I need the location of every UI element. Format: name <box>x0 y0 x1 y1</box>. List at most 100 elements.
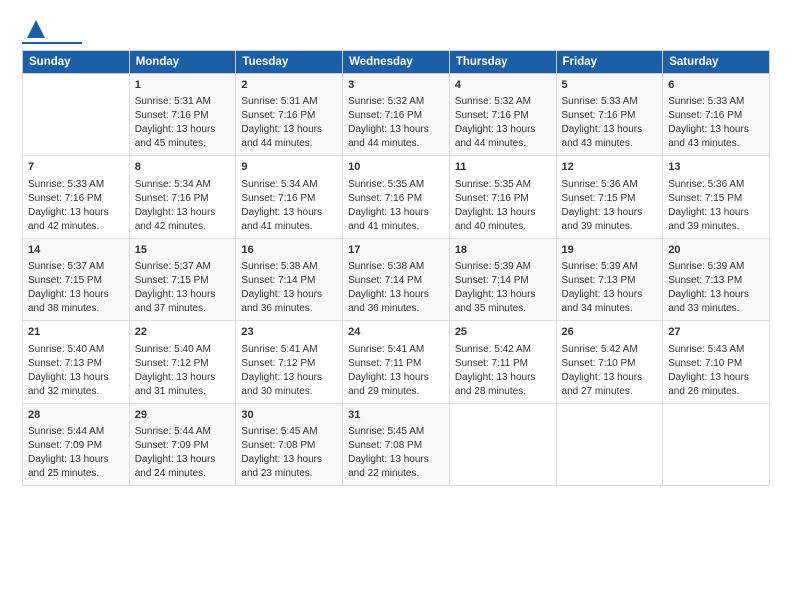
cell-text: and 37 minutes. <box>135 302 231 316</box>
cell-text: Daylight: 13 hours <box>135 453 231 467</box>
day-header-wednesday: Wednesday <box>343 51 450 74</box>
cell-text: Daylight: 13 hours <box>241 288 337 302</box>
calendar-cell: 14Sunrise: 5:37 AMSunset: 7:15 PMDayligh… <box>23 238 130 320</box>
cell-text: Daylight: 13 hours <box>241 206 337 220</box>
header-row: SundayMondayTuesdayWednesdayThursdayFrid… <box>23 51 770 74</box>
calendar-cell: 7Sunrise: 5:33 AMSunset: 7:16 PMDaylight… <box>23 156 130 238</box>
day-number: 2 <box>241 78 337 93</box>
calendar-table: SundayMondayTuesdayWednesdayThursdayFrid… <box>22 50 770 486</box>
cell-text: Sunrise: 5:39 AM <box>455 260 551 274</box>
cell-text: Sunrise: 5:44 AM <box>28 425 124 439</box>
header <box>22 18 770 44</box>
cell-text: Sunset: 7:10 PM <box>562 357 658 371</box>
day-number: 27 <box>668 325 764 340</box>
cell-text: Daylight: 13 hours <box>28 371 124 385</box>
day-number: 15 <box>135 243 231 258</box>
cell-text: Sunrise: 5:39 AM <box>668 260 764 274</box>
day-number: 16 <box>241 243 337 258</box>
cell-text: Sunrise: 5:38 AM <box>348 260 444 274</box>
cell-text: Daylight: 13 hours <box>455 288 551 302</box>
logo-icon <box>25 18 47 40</box>
cell-text: and 41 minutes. <box>241 220 337 234</box>
cell-text: Sunset: 7:12 PM <box>241 357 337 371</box>
cell-text: Sunrise: 5:36 AM <box>562 178 658 192</box>
cell-text: Sunset: 7:16 PM <box>135 192 231 206</box>
cell-text: Sunset: 7:12 PM <box>135 357 231 371</box>
cell-text: Sunrise: 5:33 AM <box>562 95 658 109</box>
cell-text: and 33 minutes. <box>668 302 764 316</box>
calendar-cell: 23Sunrise: 5:41 AMSunset: 7:12 PMDayligh… <box>236 321 343 403</box>
cell-text: Daylight: 13 hours <box>348 288 444 302</box>
cell-text: Daylight: 13 hours <box>562 206 658 220</box>
calendar-cell: 3Sunrise: 5:32 AMSunset: 7:16 PMDaylight… <box>343 74 450 156</box>
cell-text: Daylight: 13 hours <box>135 206 231 220</box>
day-number: 24 <box>348 325 444 340</box>
cell-text: Sunset: 7:16 PM <box>348 109 444 123</box>
cell-text: and 39 minutes. <box>562 220 658 234</box>
day-number: 30 <box>241 408 337 423</box>
cell-text: Daylight: 13 hours <box>348 371 444 385</box>
calendar-cell: 9Sunrise: 5:34 AMSunset: 7:16 PMDaylight… <box>236 156 343 238</box>
cell-text: and 36 minutes. <box>348 302 444 316</box>
day-number: 4 <box>455 78 551 93</box>
week-row-2: 7Sunrise: 5:33 AMSunset: 7:16 PMDaylight… <box>23 156 770 238</box>
day-number: 3 <box>348 78 444 93</box>
day-number: 7 <box>28 160 124 175</box>
cell-text: Daylight: 13 hours <box>668 371 764 385</box>
day-number: 31 <box>348 408 444 423</box>
day-number: 1 <box>135 78 231 93</box>
calendar-cell: 11Sunrise: 5:35 AMSunset: 7:16 PMDayligh… <box>449 156 556 238</box>
cell-text: Sunrise: 5:40 AM <box>28 343 124 357</box>
cell-text: Daylight: 13 hours <box>562 288 658 302</box>
cell-text: Sunrise: 5:45 AM <box>241 425 337 439</box>
cell-text: and 24 minutes. <box>135 467 231 481</box>
cell-text: Sunset: 7:13 PM <box>562 274 658 288</box>
cell-text: Sunset: 7:11 PM <box>348 357 444 371</box>
cell-text: and 32 minutes. <box>28 385 124 399</box>
cell-text: and 27 minutes. <box>562 385 658 399</box>
cell-text: and 30 minutes. <box>241 385 337 399</box>
day-header-friday: Friday <box>556 51 663 74</box>
cell-text: Sunset: 7:08 PM <box>348 439 444 453</box>
cell-text: Sunset: 7:15 PM <box>135 274 231 288</box>
week-row-5: 28Sunrise: 5:44 AMSunset: 7:09 PMDayligh… <box>23 403 770 485</box>
cell-text: Sunset: 7:09 PM <box>28 439 124 453</box>
week-row-4: 21Sunrise: 5:40 AMSunset: 7:13 PMDayligh… <box>23 321 770 403</box>
cell-text: Sunset: 7:16 PM <box>241 109 337 123</box>
cell-text: Sunrise: 5:33 AM <box>668 95 764 109</box>
cell-text: Daylight: 13 hours <box>455 371 551 385</box>
cell-text: Sunrise: 5:35 AM <box>455 178 551 192</box>
cell-text: Sunset: 7:08 PM <box>241 439 337 453</box>
calendar-cell: 22Sunrise: 5:40 AMSunset: 7:12 PMDayligh… <box>129 321 236 403</box>
day-number: 23 <box>241 325 337 340</box>
cell-text: Sunrise: 5:34 AM <box>135 178 231 192</box>
logo <box>22 18 82 44</box>
cell-text: Sunset: 7:14 PM <box>241 274 337 288</box>
cell-text: and 42 minutes. <box>28 220 124 234</box>
cell-text: and 26 minutes. <box>668 385 764 399</box>
calendar-cell <box>663 403 770 485</box>
cell-text: Sunrise: 5:32 AM <box>455 95 551 109</box>
day-number: 11 <box>455 160 551 175</box>
day-number: 8 <box>135 160 231 175</box>
calendar-cell: 24Sunrise: 5:41 AMSunset: 7:11 PMDayligh… <box>343 321 450 403</box>
day-header-tuesday: Tuesday <box>236 51 343 74</box>
cell-text: and 28 minutes. <box>455 385 551 399</box>
cell-text: Sunset: 7:15 PM <box>28 274 124 288</box>
calendar-cell: 16Sunrise: 5:38 AMSunset: 7:14 PMDayligh… <box>236 238 343 320</box>
cell-text: and 45 minutes. <box>135 137 231 151</box>
day-number: 25 <box>455 325 551 340</box>
cell-text: Daylight: 13 hours <box>348 123 444 137</box>
day-number: 10 <box>348 160 444 175</box>
cell-text: and 43 minutes. <box>668 137 764 151</box>
cell-text: Daylight: 13 hours <box>668 123 764 137</box>
calendar-cell: 18Sunrise: 5:39 AMSunset: 7:14 PMDayligh… <box>449 238 556 320</box>
cell-text: Sunset: 7:16 PM <box>668 109 764 123</box>
cell-text: and 38 minutes. <box>28 302 124 316</box>
cell-text: Sunrise: 5:42 AM <box>455 343 551 357</box>
cell-text: Sunset: 7:14 PM <box>455 274 551 288</box>
cell-text: Daylight: 13 hours <box>668 288 764 302</box>
calendar-cell <box>23 74 130 156</box>
cell-text: Sunrise: 5:35 AM <box>348 178 444 192</box>
calendar-cell: 15Sunrise: 5:37 AMSunset: 7:15 PMDayligh… <box>129 238 236 320</box>
